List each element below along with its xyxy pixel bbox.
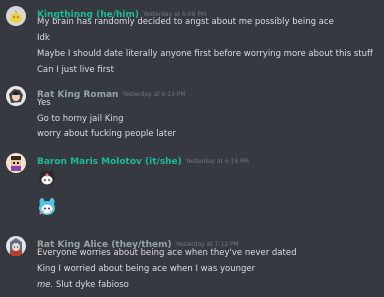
italic-text: me. [37, 280, 54, 290]
message-header: Rat King Alice (they/them) Yesterday at 7… [37, 236, 239, 250]
pixel-character-avatar-icon [6, 153, 26, 173]
message-text: Yes [37, 98, 51, 108]
user-avatar[interactable] [6, 153, 26, 173]
message-text: My brain has randomly decided to angst a… [37, 17, 334, 27]
blue-bunny-emoji-icon [39, 198, 55, 215]
lemon-avatar-icon [6, 6, 26, 26]
user-avatar[interactable] [6, 6, 26, 26]
message-header: Rat King Roman Yesterday at 6:13 PM [37, 86, 186, 100]
message-text-rest: Slut dyke fabioso [53, 280, 129, 290]
message-text: worry about fucking people later [37, 129, 176, 139]
message-text: Go to horny jail King [37, 114, 124, 124]
timestamp: Yesterday at 6:13 PM [122, 91, 186, 98]
message-text: Everyone worries about being ace when th… [37, 248, 297, 258]
message-text: Maybe I should date literally anyone fir… [37, 49, 373, 59]
timestamp: Yesterday at 7:12 PM [175, 241, 239, 248]
message-text: Can I just live first [37, 65, 114, 75]
anime-character-avatar-icon [6, 86, 26, 106]
kuromi-emoji[interactable] [37, 168, 57, 188]
message-text: King I worried about being ace when I wa… [37, 264, 256, 274]
blue-bunny-emoji[interactable] [37, 197, 57, 217]
user-avatar[interactable] [6, 236, 26, 256]
username[interactable]: Baron Maris Molotov (it/she) [37, 157, 182, 167]
message-text: me. Slut dyke fabioso [37, 280, 129, 291]
user-avatar[interactable] [6, 86, 26, 106]
chat-messages: Kingthinng (he/him) Yesterday at 6:08 PM … [0, 0, 384, 297]
kuromi-emoji-icon [39, 169, 55, 185]
timestamp: Yesterday at 6:16 PM [185, 158, 249, 165]
message-text: Idk [37, 33, 50, 43]
anime-girl-avatar-icon [6, 236, 26, 256]
message-header: Baron Maris Molotov (it/she) Yesterday at… [37, 153, 249, 167]
